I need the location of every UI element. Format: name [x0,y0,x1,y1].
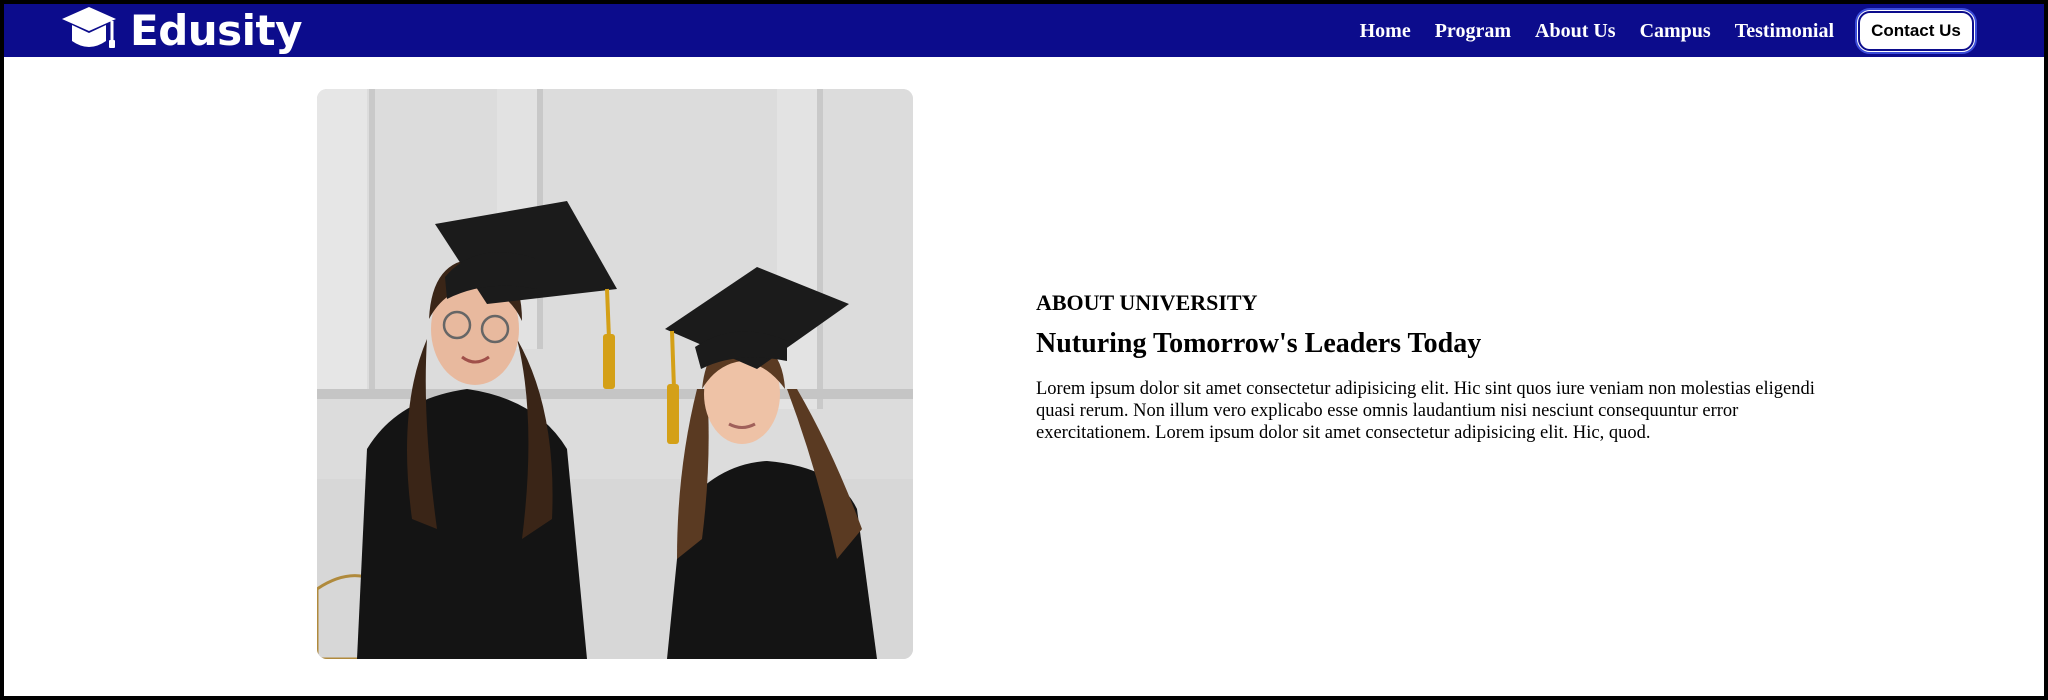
about-photo [317,89,913,659]
graduation-cap-icon [62,7,116,48]
contact-us-button[interactable]: Contact Us [1855,8,1977,54]
navbar: Edusity Home Program About Us Campus Tes… [4,4,2044,57]
about-body: Lorem ipsum dolor sit amet consectetur a… [1036,379,1815,443]
brand-name: Edusity [130,5,303,55]
nav-link-program[interactable]: Program [1435,20,1511,43]
page-frame: Edusity Home Program About Us Campus Tes… [0,0,2048,700]
about-section: ABOUT UNIVERSITY Nuturing Tomorrow's Lea… [1036,290,1856,444]
nav-link-testimonial[interactable]: Testimonial [1735,20,1834,43]
nav-link-home[interactable]: Home [1360,20,1411,43]
main-nav: Home Program About Us Campus Testimonial… [1336,8,1977,54]
graduates-illustration [317,89,913,659]
nav-link-campus[interactable]: Campus [1640,20,1711,43]
about-tag: ABOUT UNIVERSITY [1036,290,1258,315]
nav-link-about-us[interactable]: About Us [1535,20,1616,43]
brand-logo[interactable]: Edusity [60,5,303,55]
about-title: Nuturing Tomorrow's Leaders Today [1036,328,1482,359]
